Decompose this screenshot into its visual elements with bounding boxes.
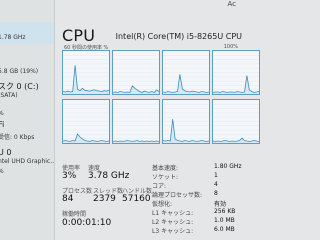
- usage-line: [63, 133, 109, 142]
- cpu-usage-graph-grid: [62, 50, 260, 146]
- usage-area: [163, 119, 209, 143]
- sidebar-item-sub: 受信: 0 Kbps: [0, 134, 35, 141]
- logical-processor-graph: [162, 50, 210, 95]
- detail-key: L3 キャッシュ:: [152, 228, 194, 235]
- detail-key: L2 キャッシュ:: [152, 219, 194, 226]
- logical-processor-graph: [62, 99, 110, 144]
- uptime-value: 0:00:01:10: [62, 218, 112, 228]
- sidebar-item-gpu[interactable]: U 0 ntel UHD Graphic...: [0, 148, 55, 170]
- window-corner-text: Ac: [227, 0, 236, 8]
- detail-value: 1: [214, 172, 218, 179]
- detail-value: 4: [214, 181, 218, 188]
- sidebar-item-sub: 1.78 GHz: [0, 34, 26, 41]
- thread-count-value: 2379: [93, 194, 116, 204]
- detail-key: ソケット:: [152, 174, 179, 181]
- detail-value: 1.80 GHz: [214, 163, 242, 170]
- sidebar-item-sub: ntel UHD Graphic...: [0, 158, 55, 165]
- sidebar-item-cpu[interactable]: 1.78 GHz: [0, 22, 54, 44]
- sidebar: 1.78 GHz 5.8 GB (19%) スク 0 (C:) (SATA) %…: [0, 0, 55, 240]
- usage-value: 3%: [62, 171, 77, 181]
- logical-processor-graph-svg: [113, 55, 159, 94]
- sidebar-item-gpu-usage[interactable]: %: [0, 168, 54, 178]
- detail-value: 6.0 MB: [214, 226, 235, 233]
- detail-key: L1 キャッシュ:: [152, 210, 194, 217]
- detail-value: 1.0 MB: [214, 217, 235, 224]
- sidebar-item-memory[interactable]: 5.8 GB (19%): [0, 60, 54, 78]
- sidebar-item-disk[interactable]: スク 0 (C:) (SATA): [0, 82, 54, 108]
- sidebar-item-sub: %: [0, 168, 54, 176]
- detail-value: 256 KB: [214, 208, 236, 215]
- logical-processor-graph-svg: [63, 55, 109, 94]
- sidebar-item-sub: 5.8 GB (19%): [0, 68, 39, 75]
- detail-value: 8: [214, 190, 218, 197]
- detail-value: 有効: [214, 201, 227, 208]
- page-title: CPU: [62, 26, 96, 45]
- logical-processor-graph-svg: [63, 104, 109, 143]
- logical-processor-graph: [112, 50, 160, 95]
- process-count-value: 84: [62, 194, 74, 204]
- logical-processor-graph-svg: [213, 55, 259, 94]
- logical-processor-graph: [162, 99, 210, 144]
- logical-processor-graph: [62, 50, 110, 95]
- cpu-model: Intel(R) Core(TM) i5-8265U CPU: [115, 32, 242, 41]
- logical-processor-graph-svg: [213, 104, 259, 143]
- uptime-label: 稼働時間: [62, 211, 87, 218]
- logical-processor-graph-svg: [163, 104, 209, 143]
- cpu-details-table: 基本速度: 1.80 GHz ソケット: 1 コア: 4 論理プロセッサ数: 8 仮想化: 有効 L…: [152, 163, 242, 240]
- detail-key: 基本速度:: [152, 165, 179, 172]
- logical-processor-graph: [212, 99, 260, 144]
- logical-processor-graph-svg: [113, 104, 159, 143]
- sidebar-item-wifi[interactable]: Fi 受信: 0 Kbps: [0, 114, 54, 142]
- sidebar-item-label: スク 0 (C:): [0, 82, 39, 91]
- speed-value: 3.78 GHz: [88, 171, 130, 181]
- detail-key: 論理プロセッサ数:: [152, 192, 203, 199]
- logical-processor-graph: [112, 99, 160, 144]
- sidebar-item-label: Fi: [0, 120, 5, 129]
- detail-key: コア:: [152, 183, 167, 190]
- handle-count-value: 57160: [122, 194, 151, 204]
- sidebar-item-label: U 0: [0, 148, 12, 157]
- logical-processor-graph: [212, 50, 260, 95]
- sidebar-item-sub: (SATA): [0, 92, 18, 99]
- usage-line: [63, 65, 109, 93]
- logical-processor-graph-svg: [163, 55, 209, 94]
- detail-key: 仮想化:: [152, 201, 173, 208]
